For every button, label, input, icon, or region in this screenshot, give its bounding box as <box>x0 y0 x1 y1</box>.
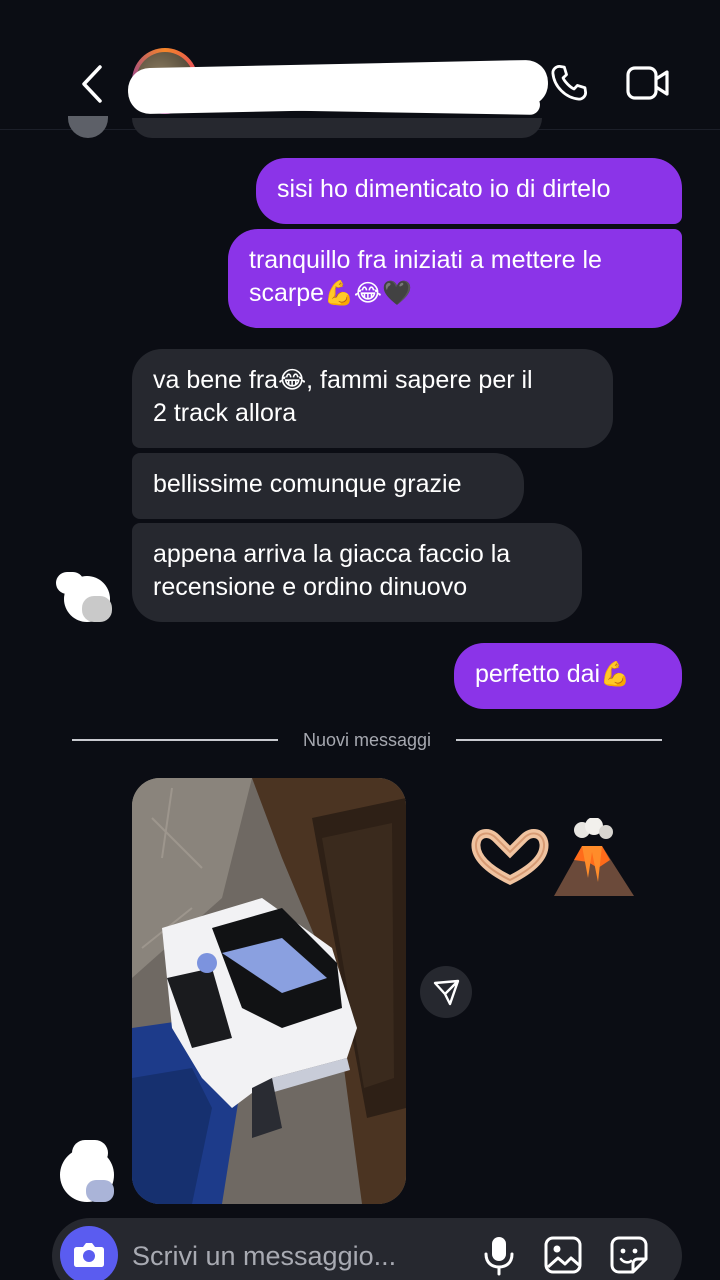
share-icon[interactable] <box>420 966 472 1018</box>
received-message[interactable]: appena arriva la giacca faccio la recens… <box>132 523 582 622</box>
message-text: bellissime comunque grazie <box>153 470 462 498</box>
message-input[interactable] <box>132 1236 462 1276</box>
emoji-reaction-message[interactable]: 🫶🌋 <box>470 817 640 898</box>
avatar-redaction <box>72 1140 108 1166</box>
previous-message-bubble <box>132 118 542 138</box>
photo-message[interactable] <box>132 778 406 1204</box>
message-text: sisi ho dimenticato io di dirtelo <box>277 175 611 203</box>
message-text: , fammi sapere per il <box>306 366 533 394</box>
avatar-redaction <box>56 572 84 594</box>
divider-line <box>72 739 278 741</box>
phone-icon[interactable] <box>548 62 590 104</box>
sent-message[interactable]: perfetto dai💪 <box>454 643 682 709</box>
message-text: perfetto dai <box>475 660 601 688</box>
received-message[interactable]: va bene fra😂, fammi sapere per il 2 trac… <box>132 349 613 448</box>
emoji-icon: 💪😂🖤 <box>324 279 412 307</box>
video-camera-icon[interactable] <box>626 62 670 104</box>
received-message[interactable]: bellissime comunque grazie <box>132 453 524 519</box>
message-text: tranquillo fra iniziati a mettere le <box>249 246 602 274</box>
divider-line <box>456 739 662 741</box>
laughing-emoji-icon: 😂 <box>278 366 307 394</box>
message-text: recensione e ordino dinuovo <box>153 573 468 601</box>
message-text: va bene fra <box>153 366 279 394</box>
camera-icon[interactable] <box>60 1226 118 1280</box>
back-icon[interactable] <box>76 64 108 104</box>
message-text: appena arriva la giacca faccio la <box>153 540 511 568</box>
sticker-icon[interactable] <box>608 1234 650 1276</box>
sent-message[interactable]: tranquillo fra iniziati a mettere le sca… <box>228 229 682 328</box>
message-text: scarpe <box>249 279 325 307</box>
avatar-redaction <box>86 1180 114 1202</box>
avatar-redaction <box>82 596 112 622</box>
microphone-icon[interactable] <box>480 1234 518 1276</box>
previous-sender-avatar <box>68 116 108 138</box>
image-icon[interactable] <box>542 1234 584 1276</box>
new-messages-divider: Nuovi messaggi <box>302 730 432 750</box>
sent-message[interactable]: sisi ho dimenticato io di dirtelo <box>256 158 682 224</box>
flexed-biceps-emoji-icon: 💪 <box>600 660 630 688</box>
message-text: 2 track allora <box>153 399 297 427</box>
chat-header <box>0 0 720 130</box>
